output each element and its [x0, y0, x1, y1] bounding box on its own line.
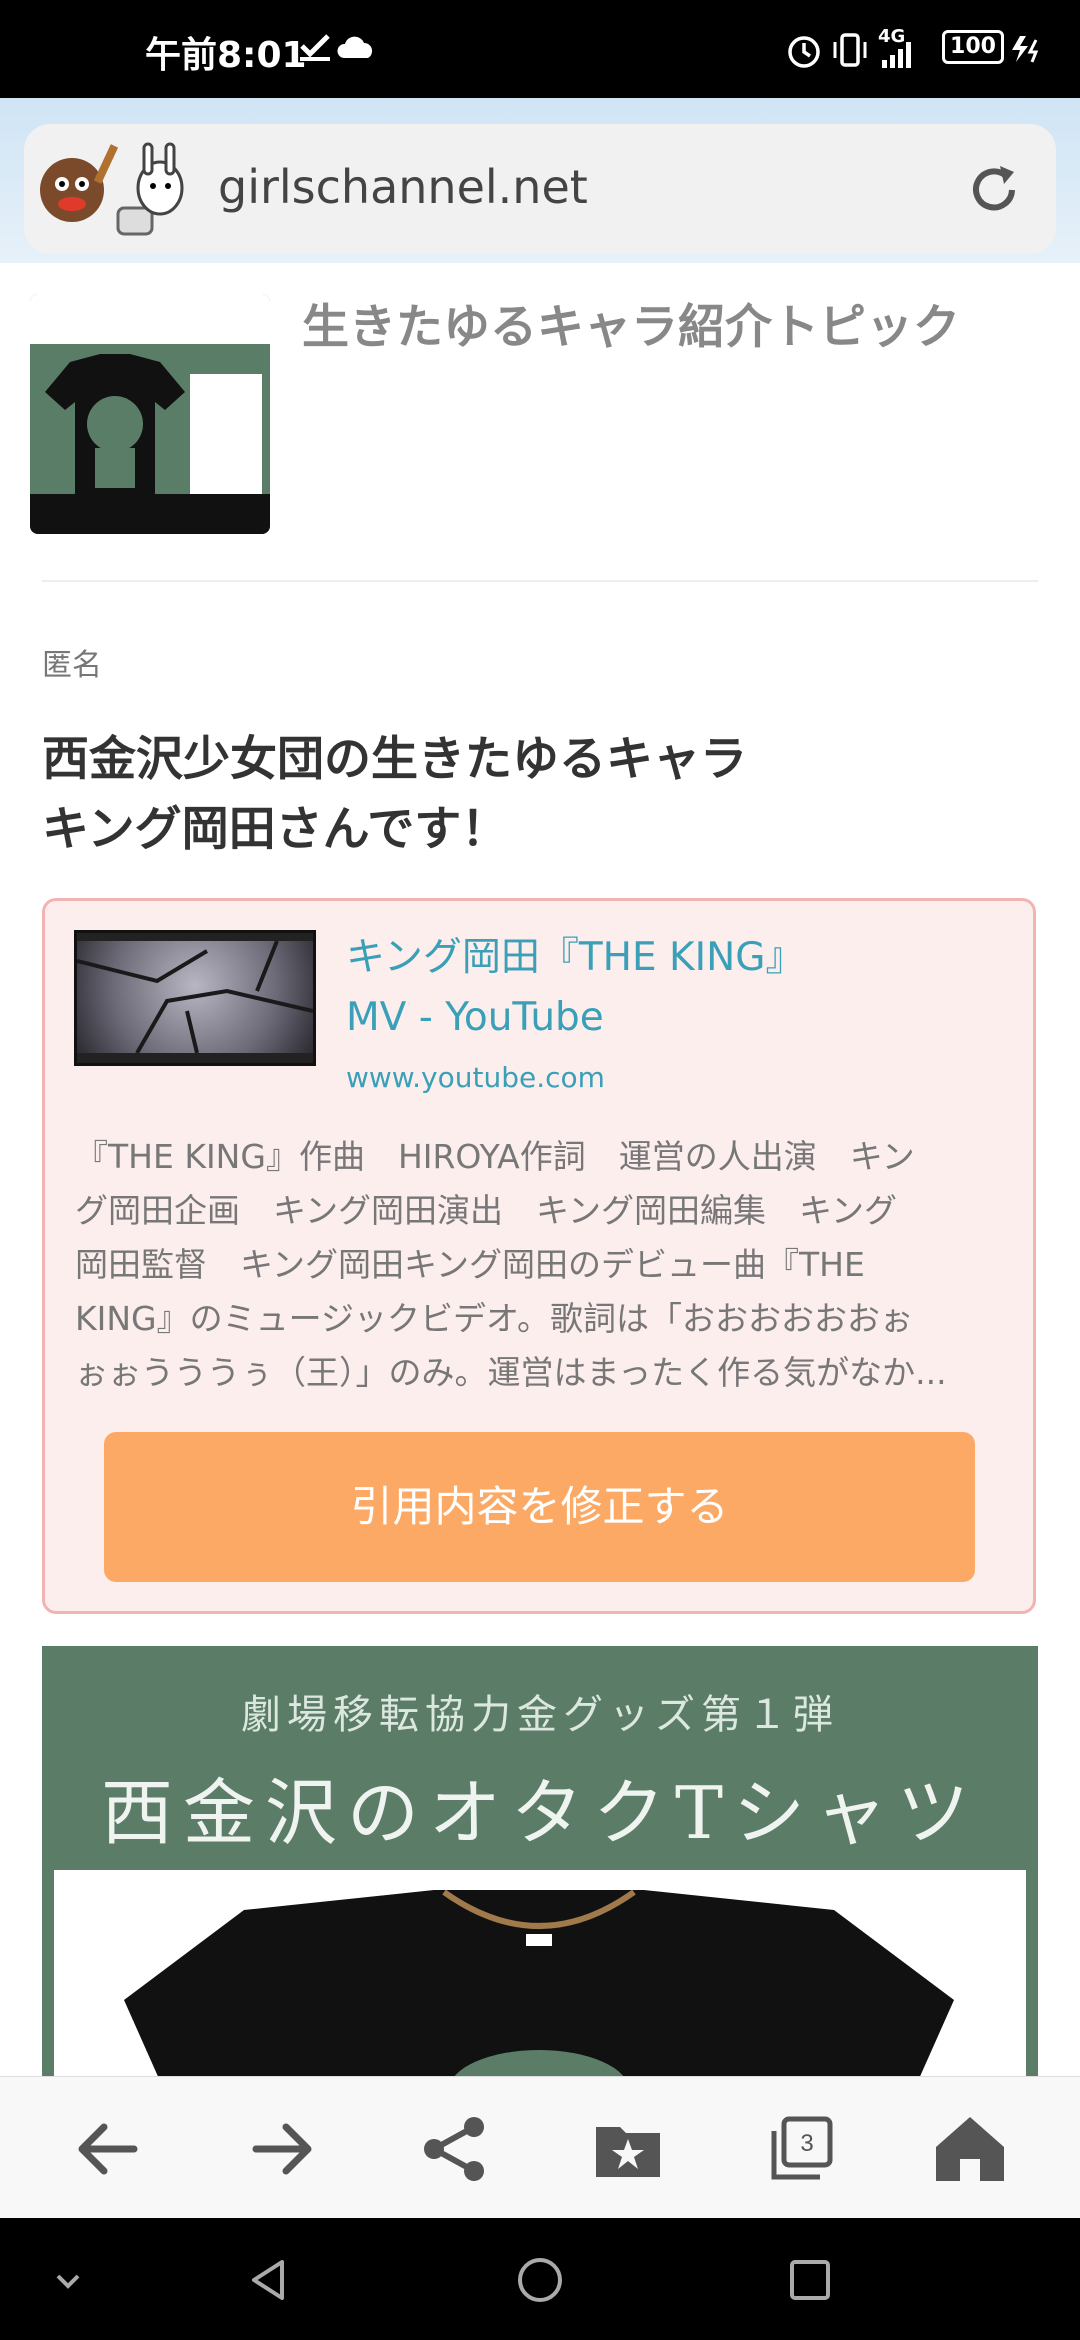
topic-thumbnail[interactable] — [30, 294, 270, 534]
quote-desc-line: グ岡田企画 キング岡田演出 キング岡田編集 キング — [75, 1191, 898, 1230]
tabs-icon[interactable]: 3 — [766, 2113, 838, 2185]
chevron-down-icon[interactable] — [44, 2256, 92, 2304]
post-image[interactable]: 劇場移転協力金グッズ第１弾 西金沢のオタクTシャツ — [42, 1646, 1038, 2076]
check-icon — [300, 34, 330, 61]
quote-title-line[interactable]: キング岡田『THE KING』 — [346, 928, 1006, 988]
quote-title-line[interactable]: MV - YouTube — [346, 988, 1006, 1048]
signal-icon — [882, 42, 911, 68]
image-caption-large: 西金沢のオタクTシャツ — [100, 1771, 980, 1855]
tab-count: 3 — [800, 2130, 813, 2157]
nav-home-icon[interactable] — [516, 2256, 564, 2304]
divider — [42, 580, 1038, 582]
nav-back-icon[interactable] — [246, 2256, 294, 2304]
nav-recents-icon[interactable] — [786, 2256, 834, 2304]
quote-title[interactable]: キング岡田『THE KING』 MV - YouTube — [346, 928, 1006, 1048]
quote-domain[interactable]: www.youtube.com — [346, 1061, 605, 1094]
edit-quote-button[interactable]: 引用内容を修正する — [104, 1432, 975, 1582]
system-nav-bar — [0, 2218, 1080, 2340]
post-body-line: キング岡田さんです！ — [42, 802, 509, 857]
forward-arrow-icon[interactable] — [246, 2113, 318, 2185]
tree-branches-image — [77, 941, 313, 1053]
quote-description: 『THE KING』作曲 HIROYA作詞 運営の人出演 キン グ岡田企画 キン… — [75, 1130, 1010, 1400]
vibrate-icon — [833, 33, 867, 67]
site-logo-icon — [40, 142, 184, 236]
browser-toolbar: 3 — [0, 2076, 1080, 2219]
post-body: 西金沢少女団の生きたゆるキャラ キング岡田さんです！ — [42, 725, 1022, 865]
cloud-icon — [337, 36, 373, 58]
bookmark-folder-icon[interactable] — [592, 2113, 664, 2185]
back-arrow-icon[interactable] — [72, 2113, 144, 2185]
post-author: 匿名 — [42, 648, 102, 683]
battery-icon: 100 — [942, 30, 1004, 64]
quote-desc-line: 『THE KING』作曲 HIROYA作詞 運営の人出演 キン — [75, 1137, 915, 1176]
topic-title[interactable]: 生きたゆるキャラ紹介トピック — [302, 296, 1022, 360]
url-text[interactable]: girlschannel.net — [218, 160, 588, 214]
quote-desc-line: 岡田監督 キング岡田キング岡田のデビュー曲『THE — [75, 1245, 865, 1284]
image-panel — [54, 1870, 1026, 2076]
tshirt-image — [124, 1890, 954, 2076]
status-time: 午前8:01 — [145, 35, 307, 76]
post-body-line: 西金沢少女団の生きたゆるキャラ — [42, 732, 747, 787]
video-thumbnail[interactable] — [74, 930, 316, 1066]
quote-desc-line: KING』のミュージックビデオ。歌詞は「おおおおおおぉ — [75, 1299, 913, 1338]
home-icon[interactable] — [934, 2113, 1006, 2185]
image-caption-small: 劇場移転協力金グッズ第１弾 — [241, 1692, 839, 1738]
reload-icon[interactable] — [966, 162, 1022, 218]
charging-icon — [1012, 36, 1039, 63]
quote-desc-line: ぉぉうううぅ（王）」のみ。運営はまったく作る気がなか... — [75, 1353, 947, 1392]
share-icon[interactable] — [418, 2113, 490, 2185]
alarm-icon — [788, 36, 820, 68]
